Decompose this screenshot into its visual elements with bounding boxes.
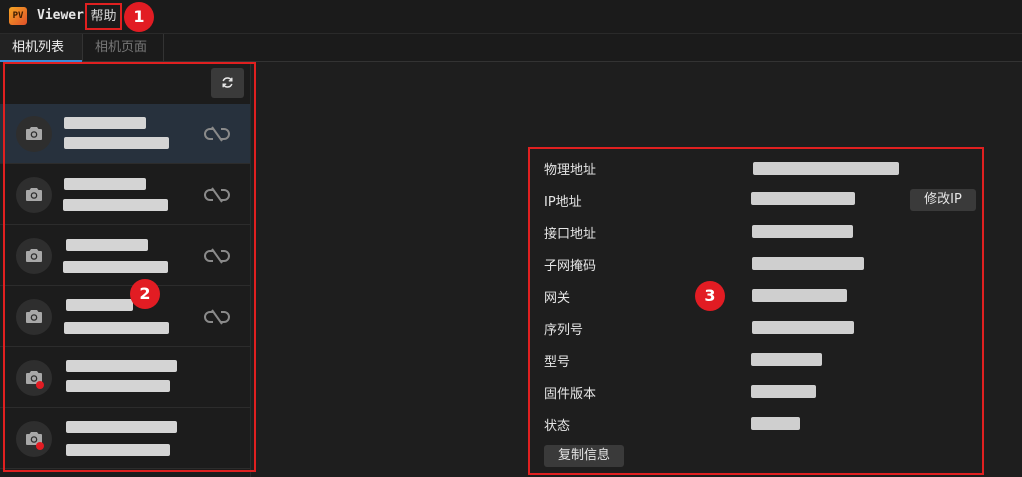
camera-name-placeholder [66, 239, 148, 251]
info-label-mac: 物理地址 [544, 163, 597, 178]
unlink-icon[interactable] [204, 248, 230, 264]
camera-ip-placeholder [64, 322, 169, 334]
camera-name-placeholder [66, 299, 133, 311]
unlink-icon[interactable] [204, 187, 230, 203]
tab-camera-page[interactable]: 相机页面 [82, 34, 164, 62]
camera-ip-placeholder [63, 199, 168, 211]
camera-avatar [16, 299, 52, 335]
app-logo: PV [9, 7, 27, 25]
unlink-icon[interactable] [204, 126, 230, 142]
refresh-button[interactable] [211, 68, 244, 98]
info-value-ip [751, 192, 855, 205]
status-error-dot [36, 381, 44, 389]
camera-avatar [16, 238, 52, 274]
info-value-firmware [751, 385, 816, 398]
camera-list-item[interactable] [0, 348, 250, 408]
info-value-serial [752, 321, 854, 334]
info-label-ip: IP地址 [544, 195, 582, 210]
app-title: Viewer [37, 8, 84, 23]
refresh-icon [222, 77, 233, 88]
camera-list-item[interactable] [0, 104, 250, 164]
copy-info-button[interactable]: 复制信息 [544, 445, 624, 467]
camera-name-placeholder [66, 360, 177, 372]
camera-avatar [16, 116, 52, 152]
info-label-gateway: 网关 [544, 291, 571, 306]
tab-camera-list[interactable]: 相机列表 [0, 34, 82, 62]
camera-icon [26, 188, 42, 201]
camera-ip-placeholder [63, 261, 168, 273]
menu-help[interactable]: 帮助 [85, 3, 122, 30]
info-label-firmware: 固件版本 [544, 387, 597, 402]
info-value-mac [753, 162, 899, 175]
info-value-model [751, 353, 822, 366]
unlink-icon[interactable] [204, 309, 230, 325]
info-label-interface: 接口地址 [544, 227, 597, 242]
camera-icon [26, 310, 42, 323]
info-value-subnet [752, 257, 864, 270]
camera-avatar [16, 177, 52, 213]
camera-list-item[interactable] [0, 226, 250, 286]
camera-list-item[interactable] [0, 165, 250, 225]
info-value-interface [752, 225, 853, 238]
camera-ip-placeholder [64, 137, 169, 149]
annotation-badge-2: 2 [130, 279, 160, 309]
info-value-gateway [752, 289, 847, 302]
info-label-subnet: 子网掩码 [544, 259, 597, 274]
info-value-status [751, 417, 800, 430]
camera-icon [26, 249, 42, 262]
info-label-model: 型号 [544, 355, 571, 370]
annotation-badge-3: 3 [695, 281, 725, 311]
camera-name-placeholder [64, 178, 146, 190]
camera-name-placeholder [64, 117, 146, 129]
camera-avatar [16, 421, 52, 457]
camera-avatar [16, 360, 52, 396]
info-label-serial: 序列号 [544, 323, 584, 338]
camera-list-item[interactable] [0, 287, 250, 347]
camera-ip-placeholder [66, 380, 170, 392]
status-error-dot [36, 442, 44, 450]
camera-icon [26, 127, 42, 140]
info-label-status: 状态 [544, 419, 571, 434]
modify-ip-button[interactable]: 修改IP [910, 189, 976, 211]
tab-bar: 相机列表 相机页面 [0, 33, 1022, 62]
camera-ip-placeholder [66, 444, 170, 456]
camera-name-placeholder [66, 421, 177, 433]
camera-list-item[interactable] [0, 409, 250, 469]
annotation-badge-1: 1 [124, 2, 154, 32]
